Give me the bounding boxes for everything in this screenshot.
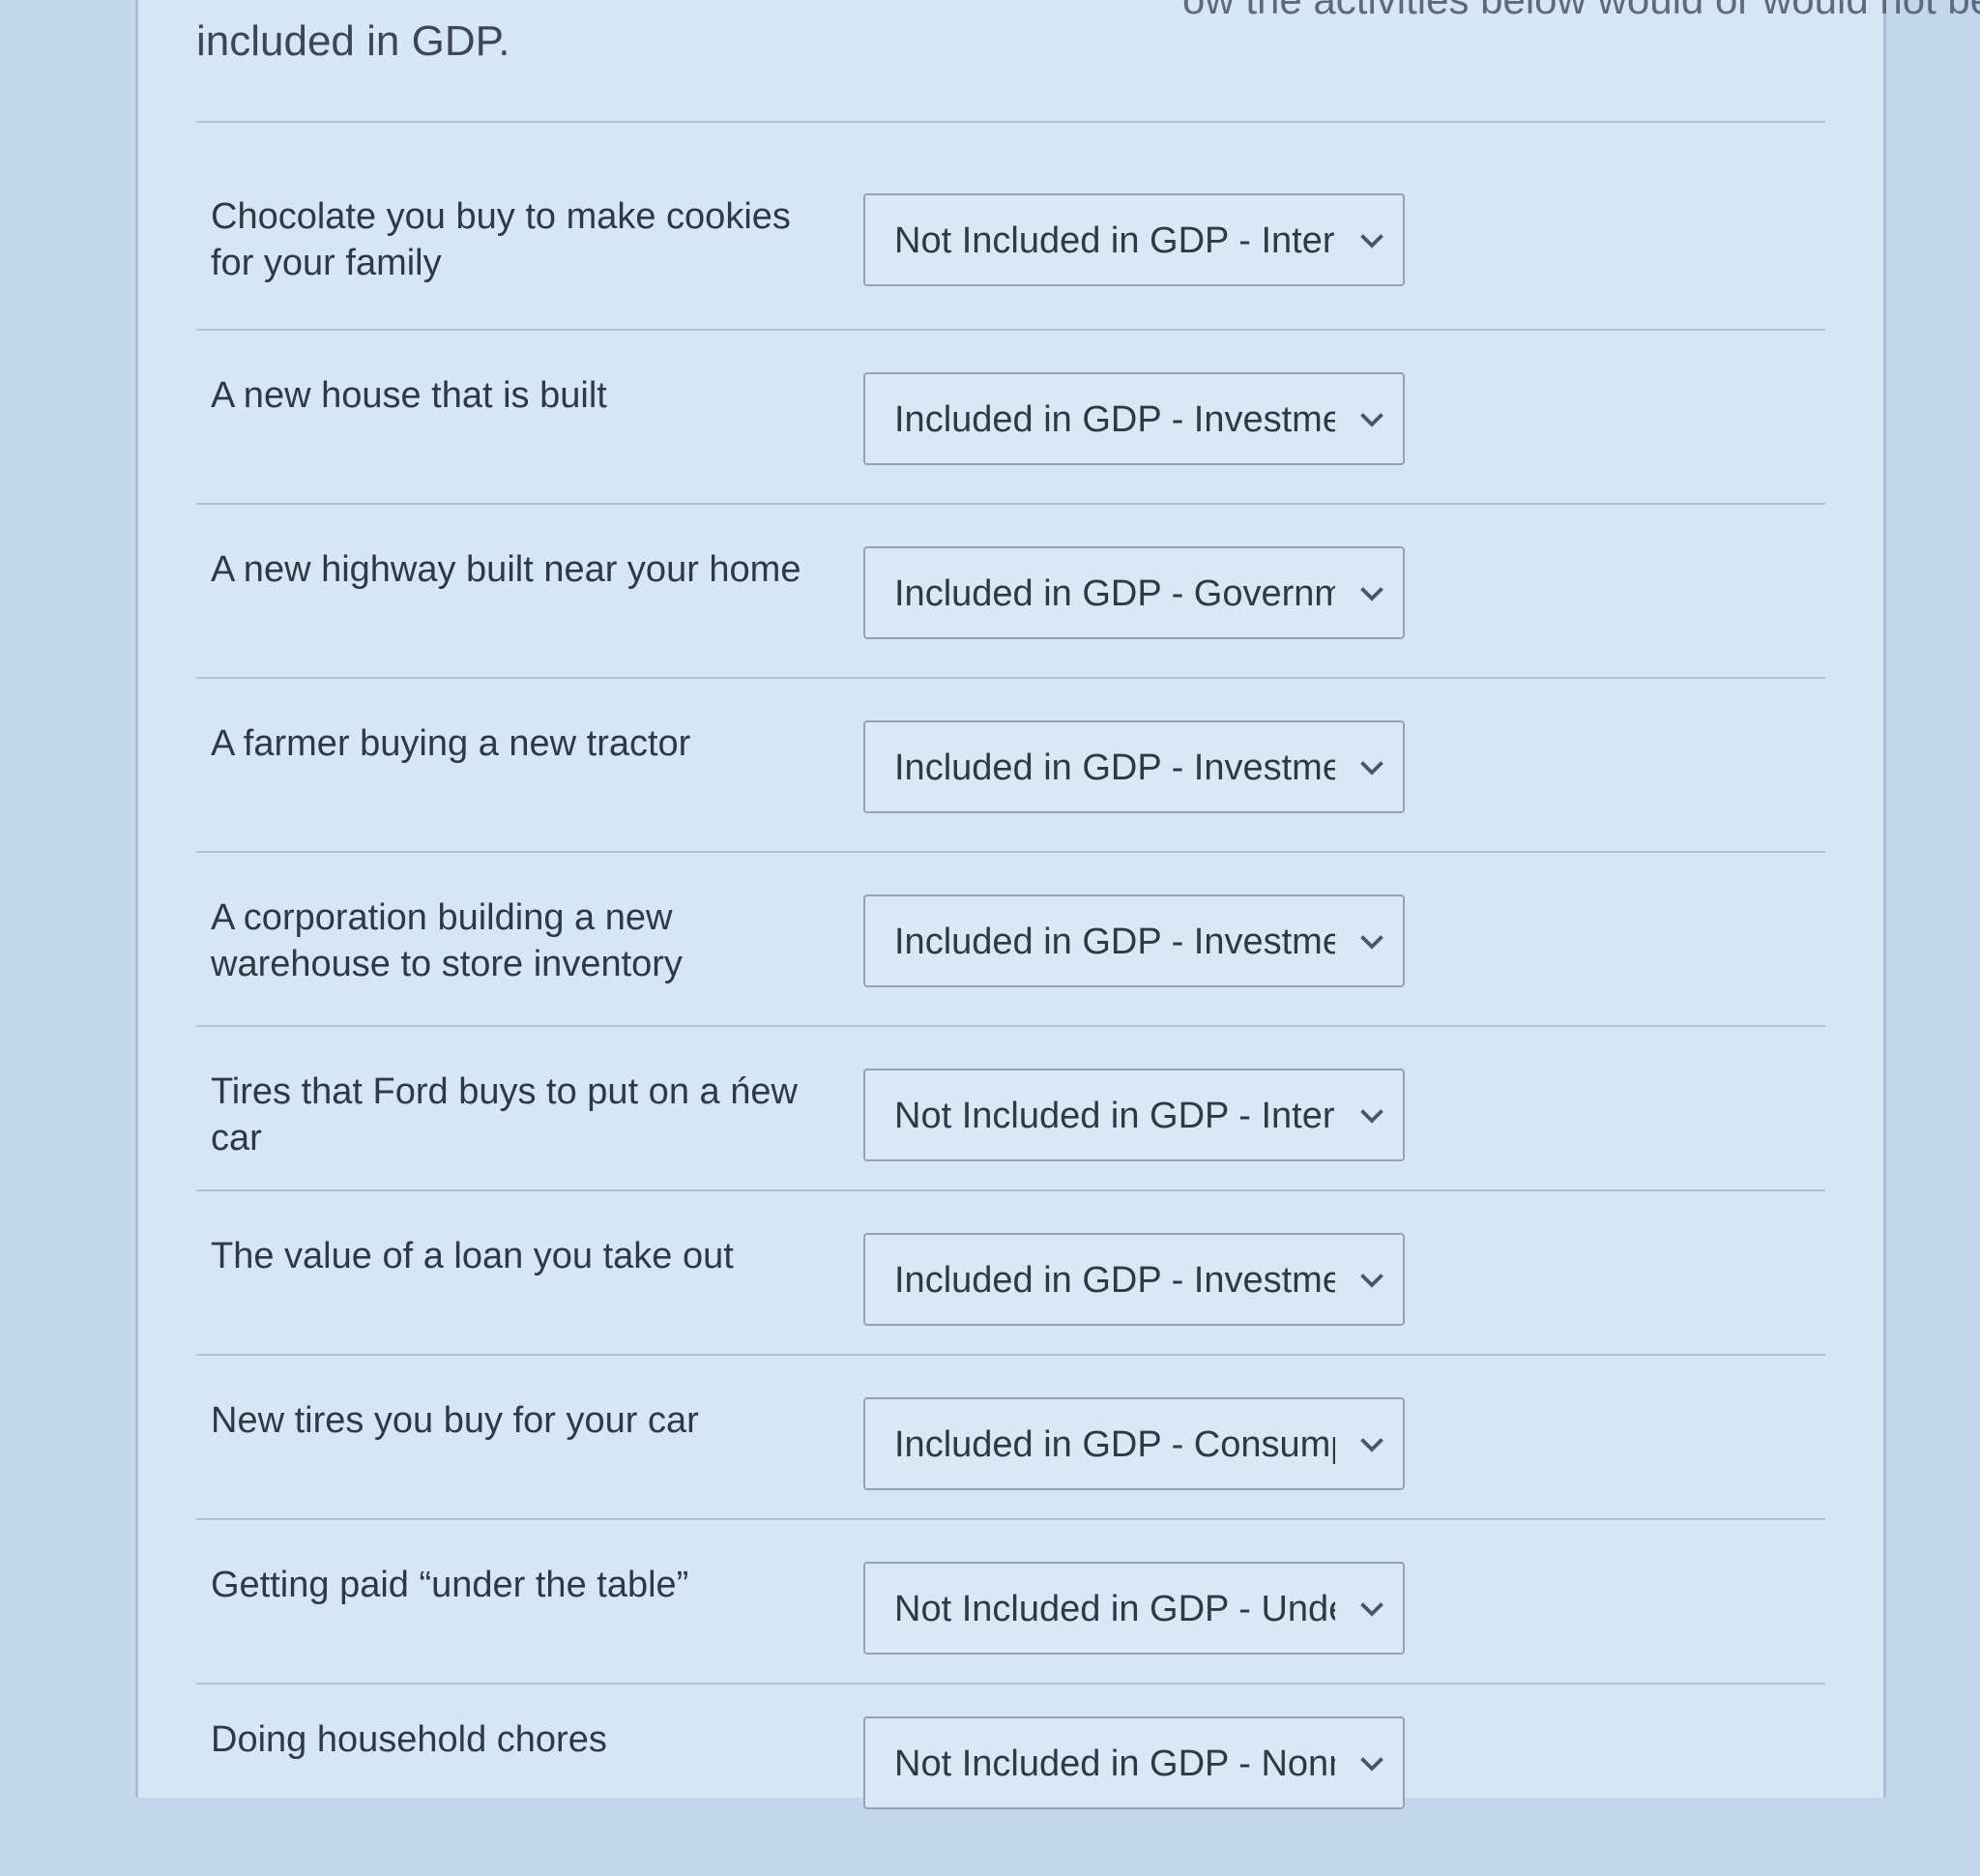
classification-select[interactable]: Not Included in GDP - Interme — [863, 1069, 1405, 1161]
activity-row: New tires you buy for your car Included … — [138, 1388, 1883, 1557]
classification-select[interactable]: Included in GDP - Governmen — [863, 546, 1405, 639]
divider — [196, 1354, 1825, 1356]
activity-label: A new house that is built — [211, 375, 607, 416]
chevron-down-icon — [1360, 761, 1383, 776]
activity-label: A new highway built near your home — [211, 549, 801, 590]
select-value: Not Included in GDP - Interme — [894, 1096, 1335, 1136]
question-text-top: ow the activities below would or would n… — [1182, 0, 1980, 23]
select-value: Included in GDP - Consumptic — [894, 1424, 1335, 1465]
select-value: Included in GDP - Investment — [894, 1260, 1335, 1301]
activity-label: A corporation building a new warehouse t… — [211, 897, 683, 984]
divider — [196, 1683, 1825, 1685]
select-value: Included in GDP - Governmen — [894, 573, 1335, 614]
activity-row: A new house that is built Included in GD… — [138, 363, 1883, 532]
chevron-down-icon — [1360, 935, 1383, 950]
chevron-down-icon — [1360, 1438, 1383, 1452]
divider — [196, 1025, 1825, 1027]
chevron-down-icon — [1360, 1274, 1383, 1288]
activity-label: New tires you buy for your car — [211, 1400, 699, 1441]
select-value: Not Included in GDP - Underg — [894, 1589, 1335, 1629]
activity-row: Tires that Ford buys to put on a ńew car… — [138, 1059, 1883, 1228]
chevron-down-icon — [1360, 1602, 1383, 1617]
activity-row: A new highway built near your home Inclu… — [138, 537, 1883, 706]
activity-row: Getting paid “under the table” Not Inclu… — [138, 1552, 1883, 1721]
divider — [196, 121, 1825, 123]
select-value: Included in GDP - Investment — [894, 747, 1335, 788]
activity-label: The value of a loan you take out — [211, 1236, 734, 1276]
activity-label: Getting paid “under the table” — [211, 1565, 689, 1605]
classification-select[interactable]: Not Included in GDP - Underg — [863, 1562, 1405, 1655]
activity-row: Doing household chores Not Included in G… — [138, 1707, 1883, 1876]
chevron-down-icon — [1360, 1757, 1383, 1772]
select-value: Not Included in GDP - Nonma — [894, 1744, 1335, 1784]
activity-label: Doing household chores — [211, 1719, 607, 1760]
question-card: ow the activities below would or would n… — [135, 0, 1980, 1809]
divider — [196, 851, 1825, 853]
divider — [196, 677, 1825, 679]
divider — [196, 1518, 1825, 1520]
chevron-down-icon — [1360, 413, 1383, 427]
question-text: included in GDP. — [196, 17, 510, 65]
chevron-down-icon — [1360, 1109, 1383, 1124]
classification-select[interactable]: Not Included in GDP - Nonma — [863, 1716, 1405, 1809]
classification-select[interactable]: Not Included in GDP - Interme — [863, 193, 1405, 286]
select-value: Not Included in GDP - Interme — [894, 220, 1335, 261]
classification-select[interactable]: Included in GDP - Investment — [863, 372, 1405, 465]
divider — [196, 1189, 1825, 1191]
activity-label: Chocolate you buy to make cookies for yo… — [211, 196, 791, 283]
chevron-down-icon — [1360, 587, 1383, 601]
classification-select[interactable]: Included in GDP - Investment — [863, 894, 1405, 987]
classification-select[interactable]: Included in GDP - Consumptic — [863, 1397, 1405, 1490]
divider — [196, 329, 1825, 331]
select-value: Included in GDP - Investment — [894, 922, 1335, 962]
chevron-down-icon — [1360, 234, 1383, 249]
classification-select[interactable]: Included in GDP - Investment — [863, 720, 1405, 813]
activity-row: A corporation building a new warehouse t… — [138, 885, 1883, 1054]
divider — [196, 503, 1825, 505]
activity-row: Chocolate you buy to make cookies for yo… — [138, 184, 1883, 353]
activity-label: A farmer buying a new tractor — [211, 723, 691, 764]
activity-row: A farmer buying a new tractor Included i… — [138, 711, 1883, 880]
select-value: Included in GDP - Investment — [894, 399, 1335, 440]
activity-row: The value of a loan you take out Include… — [138, 1223, 1883, 1392]
activity-label: Tires that Ford buys to put on a ńew car — [211, 1071, 798, 1158]
classification-select[interactable]: Included in GDP - Investment — [863, 1233, 1405, 1326]
